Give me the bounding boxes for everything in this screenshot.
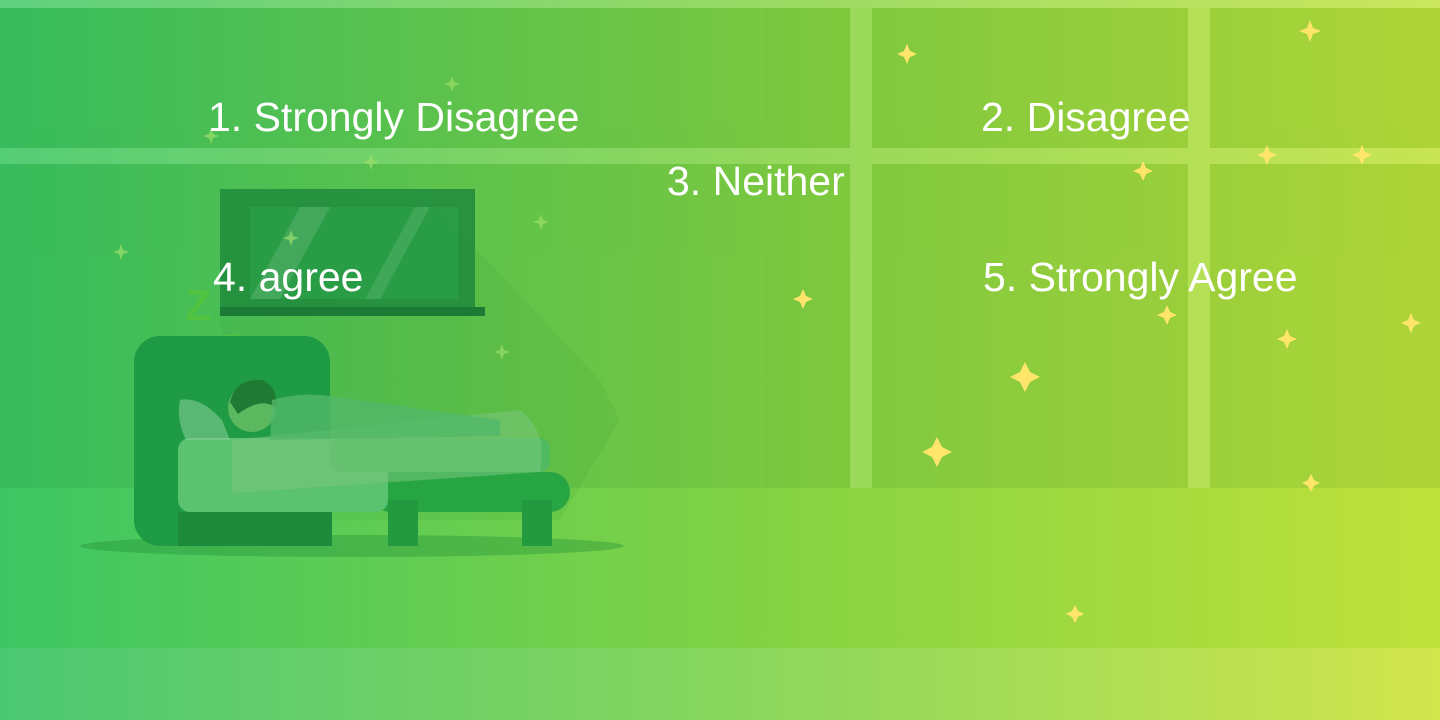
option-disagree[interactable]: 2. Disagree: [981, 93, 1191, 141]
option-neither[interactable]: 3. Neither: [667, 157, 845, 205]
top-strip: [0, 0, 1440, 8]
option-strongly-disagree[interactable]: 1. Strongly Disagree: [208, 93, 579, 141]
option-agree[interactable]: 4. agree: [213, 253, 363, 301]
svg-text:Z: Z: [185, 281, 212, 330]
floor-band: [0, 648, 1440, 720]
option-strongly-agree[interactable]: 5. Strongly Agree: [983, 253, 1298, 301]
